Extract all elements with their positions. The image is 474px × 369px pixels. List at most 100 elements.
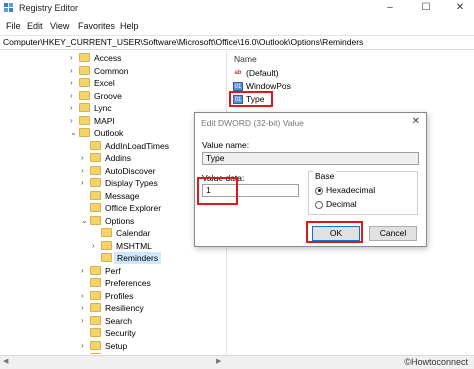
expand-icon[interactable]: › [70, 90, 78, 102]
tree-item-profiles[interactable]: › Profiles [81, 290, 226, 302]
expand-icon[interactable]: › [81, 315, 89, 327]
folder-icon [101, 240, 112, 250]
ok-button-highlight [306, 221, 363, 243]
tree-item-resiliency[interactable]: › Resiliency [81, 302, 226, 314]
expand-icon[interactable]: › [70, 115, 78, 127]
scroll-right-icon[interactable]: ▶ [216, 357, 221, 365]
value-name: (Default) [246, 68, 279, 78]
tree-item-label: Access [94, 53, 122, 63]
folder-icon [90, 153, 101, 162]
value-data-highlight [197, 177, 238, 205]
tree-item-search[interactable]: › Search [81, 315, 226, 327]
tree-item-label: Common [94, 65, 129, 76]
expand-icon[interactable]: › [70, 52, 78, 64]
title-bar: Registry Editor – ☐ ✕ [0, 0, 474, 17]
watermark: ©Howtoconnect [404, 357, 468, 367]
collapse-icon[interactable]: ⌄ [70, 127, 78, 139]
folder-icon [90, 353, 101, 354]
folder-icon [79, 115, 90, 125]
expand-icon[interactable]: › [70, 77, 78, 89]
tree-item-perf[interactable]: › Perf [81, 265, 226, 277]
base-label: Base [313, 171, 337, 181]
minimize-button[interactable]: – [378, 1, 402, 15]
expand-icon[interactable]: › [81, 177, 89, 189]
folder-icon [90, 165, 101, 175]
decimal-option[interactable]: Decimal [315, 199, 357, 209]
folder-icon [79, 128, 90, 137]
value-name-label: Value name: [202, 140, 250, 150]
collapse-icon[interactable]: ⌄ [81, 215, 89, 227]
value-row[interactable]: ab (Default) [233, 68, 279, 80]
menu-favorites[interactable]: Favorites [78, 21, 115, 31]
folder-icon [101, 228, 112, 237]
tree-item-reminders[interactable]: Reminders [92, 252, 226, 264]
folder-icon [90, 190, 101, 200]
scroll-left-icon[interactable]: ◀ [3, 357, 8, 365]
tree-item-common[interactable]: › Common [70, 65, 220, 77]
tree-item-label: Preferences [105, 278, 151, 288]
folder-icon [90, 140, 101, 150]
registry-editor-icon [4, 3, 13, 12]
folder-icon [90, 278, 101, 287]
folder-icon [90, 315, 101, 325]
tree-item-preferences[interactable]: Preferences [81, 277, 226, 289]
expand-icon[interactable]: › [81, 165, 89, 177]
tree-item-label: Calendar [116, 228, 151, 238]
hexadecimal-option[interactable]: Hexadecimal [315, 185, 375, 195]
tree-item-label: AutoDiscover [105, 165, 156, 176]
expand-icon[interactable]: › [70, 65, 78, 77]
tree-item-access[interactable]: › Access [70, 52, 220, 64]
tree-item-label: Perf [105, 265, 121, 276]
expand-icon[interactable]: › [81, 290, 89, 302]
tree-item-label: Search [105, 315, 132, 326]
dialog-close-button[interactable]: ✕ [412, 116, 420, 127]
maximize-button[interactable]: ☐ [414, 1, 438, 15]
folder-icon [79, 103, 90, 112]
menu-file[interactable]: File [6, 21, 21, 31]
radio-selected-icon[interactable] [315, 186, 323, 195]
close-button[interactable]: ✕ [448, 1, 472, 15]
expand-icon[interactable]: › [81, 152, 89, 164]
type-value-highlight [229, 91, 273, 107]
tree-item-label: Office Explorer [105, 203, 162, 213]
hexadecimal-label: Hexadecimal [326, 185, 376, 195]
folder-icon [79, 53, 90, 62]
tree-item-label: Security [105, 328, 136, 338]
name-column-header[interactable]: Name [234, 54, 257, 64]
folder-icon [90, 340, 101, 350]
tree-item-label: SQM [105, 352, 124, 354]
folder-icon [90, 178, 101, 187]
expand-icon[interactable]: › [81, 302, 89, 314]
radio-unselected-icon[interactable] [315, 200, 323, 209]
folder-icon [90, 303, 101, 312]
folder-icon [79, 90, 90, 100]
expand-icon[interactable]: › [92, 240, 100, 252]
menu-view[interactable]: View [50, 21, 69, 31]
menu-help[interactable]: Help [120, 21, 139, 31]
window-title: Registry Editor [19, 3, 79, 13]
tree-item-label: Profiles [105, 290, 134, 301]
tree-item-setup[interactable]: › Setup [81, 340, 226, 352]
expand-icon[interactable]: › [81, 265, 89, 277]
folder-icon [90, 215, 101, 225]
expand-icon[interactable]: › [70, 102, 78, 114]
tree-item-label: Message [105, 190, 140, 201]
folder-icon [90, 265, 101, 275]
menu-edit[interactable]: Edit [27, 21, 43, 31]
folder-icon [90, 328, 101, 337]
horizontal-scrollbar[interactable]: ◀ ▶ [0, 357, 226, 367]
folder-icon [101, 253, 112, 262]
binary-value-icon: 01 [233, 82, 243, 92]
folder-icon [79, 65, 90, 75]
tree-item-groove[interactable]: › Groove [70, 90, 220, 102]
tree-item-security[interactable]: Security [81, 327, 226, 339]
tree-item-label: MSHTML [116, 240, 152, 251]
cancel-button[interactable]: Cancel [369, 226, 417, 241]
tree-item-excel[interactable]: › Excel [70, 77, 220, 89]
tree-item-sqm[interactable]: SQM [81, 352, 226, 354]
value-name-field[interactable]: Type [202, 152, 419, 165]
address-bar[interactable]: Computer\HKEY_CURRENT_USER\Software\Micr… [0, 35, 474, 50]
tree-item-label: Lync [94, 103, 112, 113]
registry-tree[interactable]: › Access › Common › Excel › Groove › Lync › MAPI ⌄ Ou… [0, 51, 227, 354]
expand-icon[interactable]: › [81, 340, 89, 352]
